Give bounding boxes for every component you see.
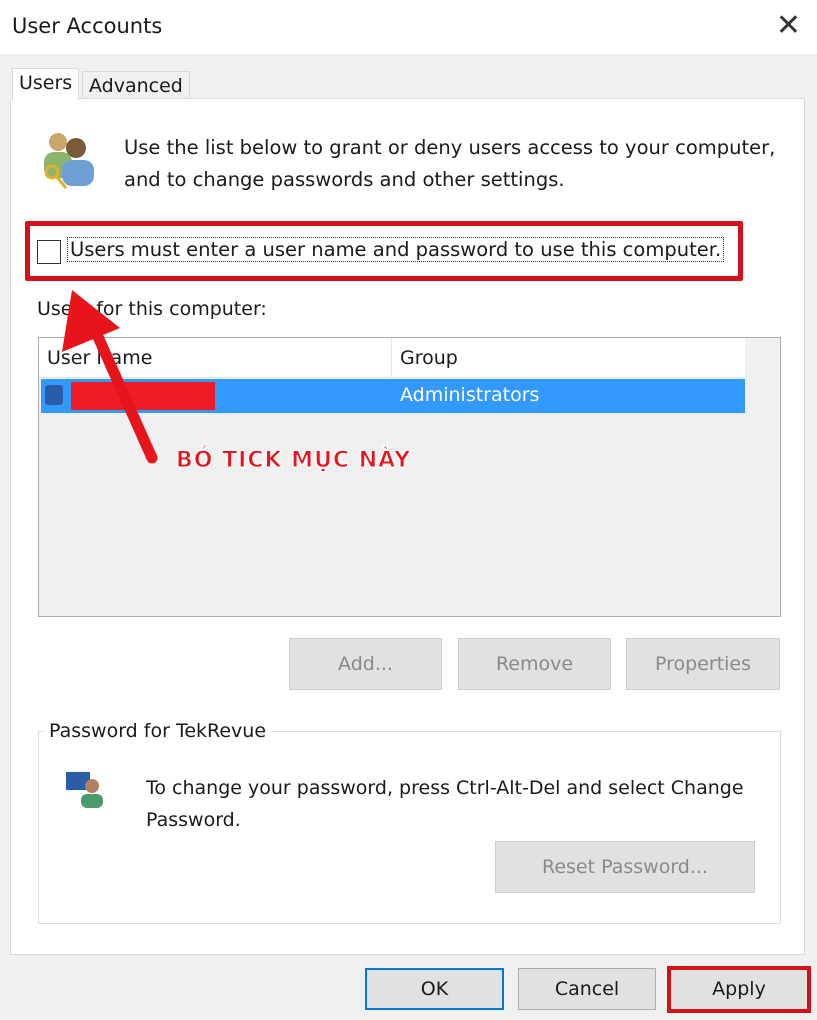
tab-users[interactable]: Users [12,68,80,100]
annotation-arrow [62,290,158,464]
annotation-text: BỎ TICK MỤC NÀY [176,448,411,474]
